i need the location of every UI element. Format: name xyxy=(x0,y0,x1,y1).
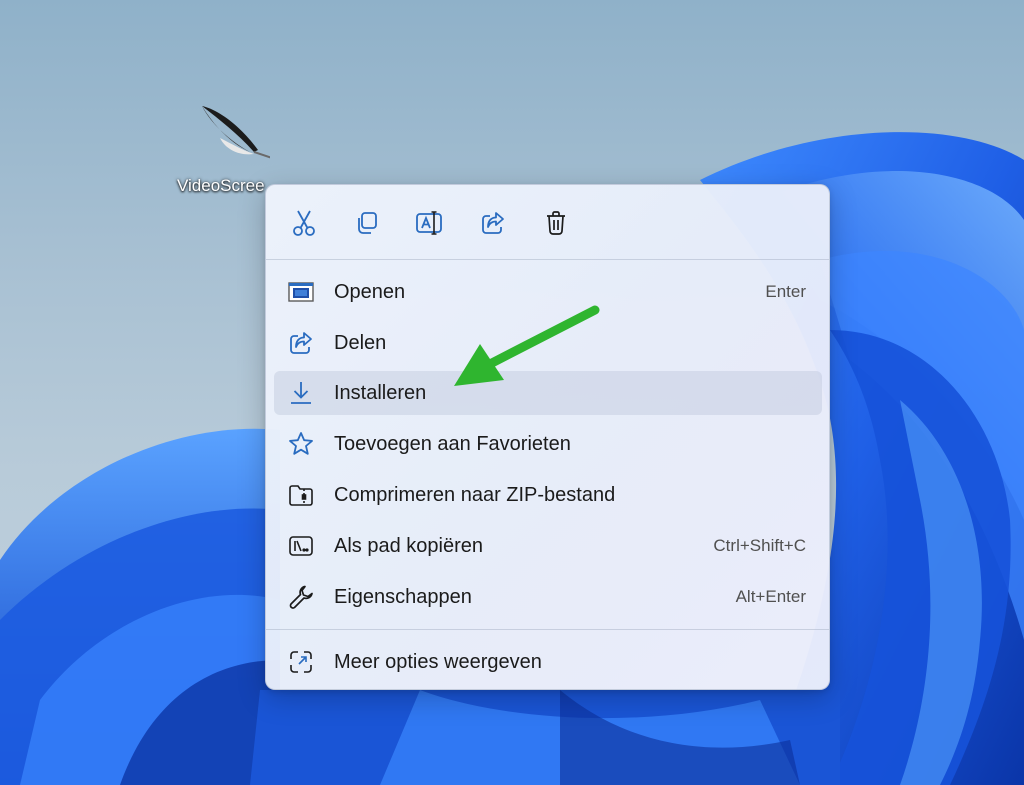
menu-item-shortcut: Alt+Enter xyxy=(735,587,806,606)
context-menu-toolbar xyxy=(266,185,829,259)
wrench-icon xyxy=(288,584,314,610)
menu-item-label: Openen xyxy=(334,280,406,303)
desktop-shortcut[interactable]: VideoScree xyxy=(170,100,280,196)
share-icon xyxy=(288,330,314,356)
menu-item-meer-opties[interactable]: Meer opties weergeven xyxy=(274,640,822,684)
menu-item-shortcut: Ctrl+Shift+C xyxy=(713,536,806,555)
app-window-icon xyxy=(288,279,314,305)
scissors-icon xyxy=(293,210,315,236)
menu-item-label: Comprimeren naar ZIP-bestand xyxy=(334,483,616,506)
cut-button[interactable] xyxy=(284,203,324,243)
quill-feather-icon xyxy=(180,100,279,170)
menu-item-openen[interactable]: Openen Enter xyxy=(274,270,822,314)
copy-path-icon xyxy=(288,533,314,559)
zip-folder-icon xyxy=(288,482,314,508)
copy-icon xyxy=(358,212,377,234)
menu-item-label: Meer opties weergeven xyxy=(334,650,542,673)
menu-item-label: Delen xyxy=(334,331,387,354)
menu-item-label: Toevoegen aan Favorieten xyxy=(334,432,571,455)
more-options-icon xyxy=(288,649,314,675)
menu-item-als-pad-kopieren[interactable]: Als pad kopiëren Ctrl+Shift+C xyxy=(274,524,822,568)
delete-button[interactable] xyxy=(536,203,576,243)
star-icon xyxy=(288,431,314,457)
rename-button[interactable] xyxy=(410,203,450,243)
rename-icon xyxy=(416,211,442,235)
separator xyxy=(266,259,829,260)
menu-item-delen[interactable]: Delen xyxy=(274,321,822,365)
trash-icon xyxy=(547,211,565,235)
menu-item-label: Installeren xyxy=(334,381,427,404)
menu-item-label: Als pad kopiëren xyxy=(334,534,483,557)
menu-item-comprimeren[interactable]: Comprimeren naar ZIP-bestand xyxy=(274,473,822,517)
desktop: VideoScree Openen Enter Delen Installere… xyxy=(0,0,1024,785)
menu-item-eigenschappen[interactable]: Eigenschappen Alt+Enter xyxy=(274,575,822,619)
desktop-shortcut-label: VideoScree xyxy=(177,176,265,195)
copy-button[interactable] xyxy=(347,203,387,243)
menu-item-shortcut: Enter xyxy=(765,282,806,301)
separator xyxy=(266,629,829,630)
download-icon xyxy=(288,380,314,406)
context-menu: Openen Enter Delen Installeren Toevoegen… xyxy=(265,184,830,690)
share-toolbar-button[interactable] xyxy=(473,203,513,243)
menu-item-favorieten[interactable]: Toevoegen aan Favorieten xyxy=(274,422,822,466)
share-icon xyxy=(482,212,504,234)
menu-item-installeren[interactable]: Installeren xyxy=(274,371,822,415)
menu-item-label: Eigenschappen xyxy=(334,585,472,608)
